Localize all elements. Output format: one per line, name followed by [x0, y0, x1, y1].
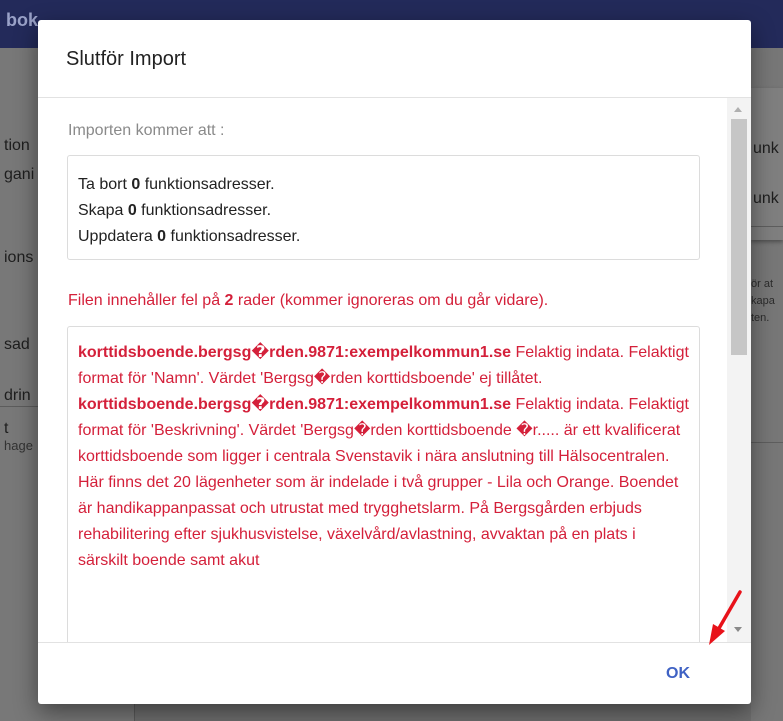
right-text: ten. [751, 312, 770, 324]
summary-line-update: Uppdatera 0 funktionsadresser. [78, 228, 301, 245]
error-list: korttidsboende.bergsg�rden.9871:exempelk… [67, 326, 700, 642]
sidebar-item[interactable]: sad [4, 336, 30, 354]
right-card-title: unk [753, 140, 779, 157]
right-panel: unk unk ör at kapa ten. [751, 48, 783, 721]
sidebar-item-sub: hage [4, 438, 33, 453]
error-key: korttidsboende.bergsg�rden.9871:exempelk… [78, 396, 512, 413]
scroll-down-icon[interactable] [734, 627, 742, 632]
right-card-title: unk [753, 190, 779, 207]
summary-line-create: Skapa 0 funktionsadresser. [78, 202, 272, 219]
right-card: unk unk [751, 88, 783, 240]
dialog-scrollbar[interactable] [727, 98, 751, 642]
error-summary: Filen innehåller fel på 2 rader (kommer … [68, 292, 549, 309]
update-count: 0 [157, 228, 167, 245]
app-brand: bok [6, 10, 39, 30]
right-text: ör at [751, 278, 774, 290]
footer-divider [38, 642, 751, 643]
right-divider [751, 442, 783, 443]
right-divider [751, 226, 783, 227]
sidebar-item[interactable]: ions [4, 249, 33, 267]
sidebar-item[interactable]: drin [4, 387, 31, 405]
error-item: korttidsboende.bergsg�rden.9871:exempelk… [78, 340, 689, 392]
intro-text: Importen kommer att : [68, 122, 225, 139]
right-text: kapa [751, 295, 775, 307]
scroll-up-icon[interactable] [734, 107, 742, 112]
error-item: korttidsboende.bergsg�rden.9871:exempelk… [78, 392, 689, 574]
error-key: korttidsboende.bergsg�rden.9871:exempelk… [78, 344, 512, 361]
create-count: 0 [127, 202, 137, 219]
dialog-body[interactable]: Importen kommer att : Ta bort 0 funktion… [38, 98, 727, 642]
sidebar-item[interactable]: tion [4, 137, 30, 155]
summary-line-delete: Ta bort 0 funktionsadresser. [78, 176, 275, 193]
delete-count: 0 [131, 176, 141, 193]
summary-box: Ta bort 0 funktionsadresser. Skapa 0 fun… [67, 155, 700, 260]
sidebar-item[interactable]: t [4, 420, 8, 438]
sidebar-item[interactable]: gani [4, 166, 34, 184]
import-dialog: Slutför Import Importen kommer att : Ta … [38, 20, 751, 704]
ok-button[interactable]: OK [658, 656, 698, 692]
scrollbar-thumb[interactable] [731, 119, 747, 355]
dialog-title: Slutför Import [66, 48, 187, 70]
error-message: Felaktig indata. Felaktigt format för 'B… [78, 396, 689, 569]
